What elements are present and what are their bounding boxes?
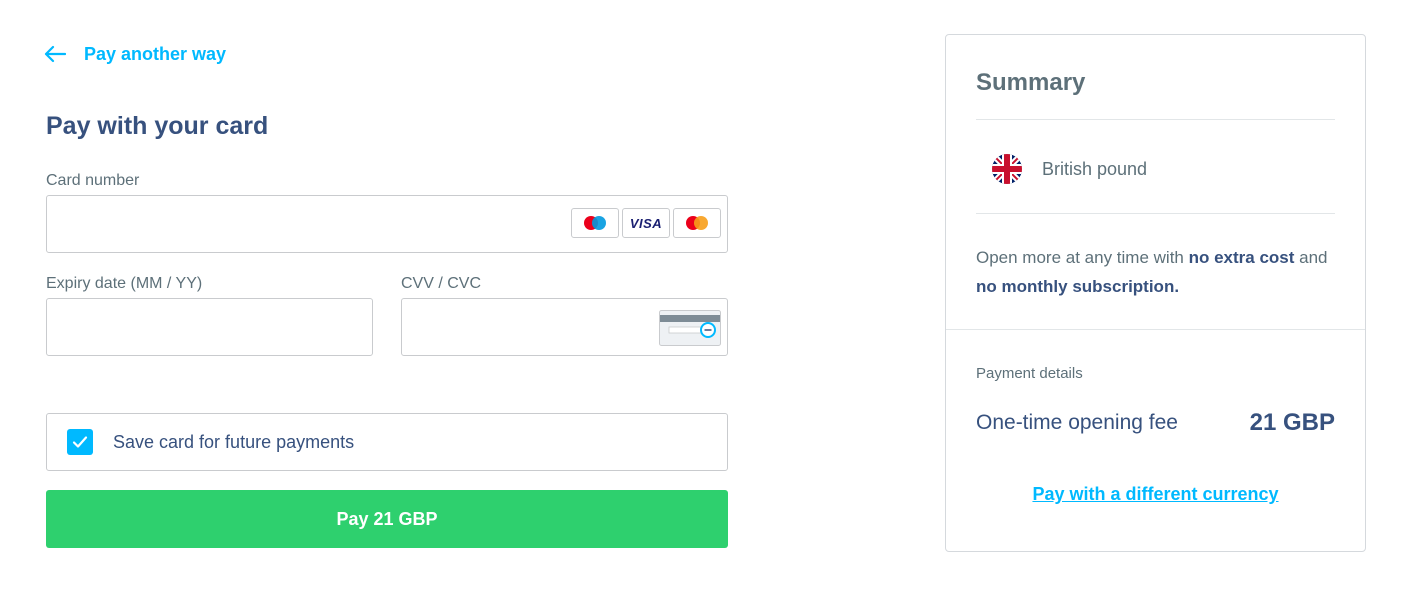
mastercard-icon [673,208,721,238]
save-card-label: Save card for future payments [113,431,355,452]
payment-details-label: Payment details [976,365,1083,382]
card-number-field[interactable]: VISA [46,195,728,253]
pay-another-way-label: Pay another way [84,43,227,64]
maestro-icon [571,208,619,238]
fee-label: One-time opening fee [976,411,1178,434]
card-brand-logos: VISA [571,208,721,238]
currency-name: British pound [1042,158,1148,179]
save-card-checkbox[interactable] [67,429,93,455]
card-number-label: Card number [46,172,140,189]
save-card-option[interactable]: Save card for future payments [46,413,728,471]
summary-title: Summary [976,69,1086,96]
uk-flag-icon [992,154,1022,184]
expiry-date-label: Expiry date (MM / YY) [46,275,203,292]
card-back-cvv-icon [659,310,721,351]
selected-currency: British pound [992,154,1147,184]
pay-button[interactable]: Pay 21 GBP [46,490,728,548]
page-title: Pay with your card [46,112,269,140]
visa-icon: VISA [622,208,670,238]
promo-bold-no-extra-cost: no extra cost [1188,248,1295,267]
cvv-field[interactable] [401,298,728,356]
checkmark-icon [72,436,88,448]
promo-bold-no-subscription: no monthly subscription. [976,277,1180,296]
promo-text-part: and [1294,248,1328,267]
divider [976,119,1335,120]
divider [946,329,1365,330]
visa-logo-text: VISA [629,215,663,231]
promo-text: Open more at any time with no extra cost… [976,243,1346,301]
pay-another-way-link[interactable]: Pay another way [44,40,226,68]
cvv-label: CVV / CVC [401,275,482,292]
divider [976,213,1335,214]
arrow-left-icon [44,45,66,63]
pay-different-currency-link[interactable]: Pay with a different currency [946,484,1365,505]
fee-value: 21 GBP [1249,409,1335,436]
expiry-date-input[interactable] [47,299,372,355]
promo-text-part: Open more at any time with [976,248,1189,267]
expiry-date-field[interactable] [46,298,373,356]
summary-panel: Summary British pound Open more at any t… [945,34,1366,552]
